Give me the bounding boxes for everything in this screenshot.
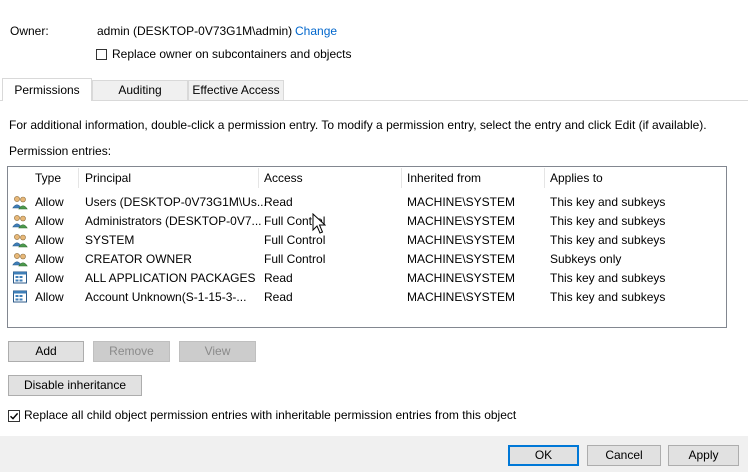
entry-applies-to: This key and subkeys: [550, 233, 666, 247]
entry-inherited-from: MACHINE\SYSTEM: [407, 233, 516, 247]
permission-entry-row[interactable]: Allow Administrators (DESKTOP-0V7... Full …: [8, 212, 726, 231]
entry-applies-to: Subkeys only: [550, 252, 622, 266]
tab-auditing[interactable]: Auditing: [92, 80, 188, 100]
column-header-type[interactable]: Type: [35, 171, 61, 185]
entry-type: Allow: [35, 252, 64, 266]
entry-applies-to: This key and subkeys: [550, 195, 666, 209]
entry-principal: SYSTEM: [85, 233, 135, 247]
column-header-inherited-from[interactable]: Inherited from: [407, 171, 481, 185]
owner-value: admin (DESKTOP-0V73G1M\admin): [97, 24, 293, 38]
cancel-button[interactable]: Cancel: [587, 445, 661, 466]
view-button[interactable]: View: [179, 341, 256, 362]
entry-type: Allow: [35, 214, 64, 228]
change-owner-link[interactable]: Change: [295, 24, 337, 38]
tab-permissions[interactable]: Permissions: [2, 78, 92, 101]
permission-entries-list[interactable]: Type Principal Access Inherited from App…: [7, 166, 727, 328]
permission-entry-row[interactable]: Allow CREATOR OWNER Full Control MACHINE\SY…: [8, 250, 726, 269]
column-divider[interactable]: [401, 168, 402, 188]
users-group-icon: [12, 232, 28, 248]
entry-principal: ALL APPLICATION PACKAGES: [85, 271, 256, 285]
remove-button[interactable]: Remove: [93, 341, 170, 362]
entry-applies-to: This key and subkeys: [550, 214, 666, 228]
entry-principal: Account Unknown(S-1-15-3-...: [85, 290, 247, 304]
replace-child-label[interactable]: Replace all child object permission entr…: [24, 408, 516, 422]
ok-button[interactable]: OK: [508, 445, 579, 466]
column-divider[interactable]: [78, 168, 79, 188]
column-divider[interactable]: [544, 168, 545, 188]
permission-entry-row[interactable]: Allow Users (DESKTOP-0V73G1M\Us... Read MAC…: [8, 193, 726, 212]
entry-inherited-from: MACHINE\SYSTEM: [407, 271, 516, 285]
column-header-access[interactable]: Access: [264, 171, 303, 185]
app-packages-icon: [12, 270, 28, 286]
entry-applies-to: This key and subkeys: [550, 290, 666, 304]
apply-button[interactable]: Apply: [668, 445, 739, 466]
permission-entry-row[interactable]: Allow ALL APPLICATION PACKAGES Read MACHINE…: [8, 269, 726, 288]
entry-access: Read: [264, 290, 293, 304]
app-packages-icon: [12, 289, 28, 305]
entry-type: Allow: [35, 271, 64, 285]
list-header: Type Principal Access Inherited from App…: [8, 167, 726, 189]
entry-applies-to: This key and subkeys: [550, 271, 666, 285]
permission-entry-row[interactable]: Allow Account Unknown(S-1-15-3-... Read MAC…: [8, 288, 726, 307]
permission-entry-row[interactable]: Allow SYSTEM Full Control MACHINE\SYSTEM Thi…: [8, 231, 726, 250]
column-header-principal[interactable]: Principal: [85, 171, 131, 185]
users-group-icon: [12, 194, 28, 210]
entry-principal: CREATOR OWNER: [85, 252, 192, 266]
replace-owner-checkbox[interactable]: [96, 49, 107, 60]
disable-inheritance-button[interactable]: Disable inheritance: [8, 375, 142, 396]
entry-inherited-from: MACHINE\SYSTEM: [407, 252, 516, 266]
owner-label: Owner:: [10, 24, 49, 38]
users-group-icon: [12, 251, 28, 267]
entry-access: Full Control: [264, 233, 326, 247]
entry-principal: Administrators (DESKTOP-0V7...: [85, 214, 262, 228]
entry-access: Read: [264, 271, 293, 285]
entry-type: Allow: [35, 195, 64, 209]
entry-principal: Users (DESKTOP-0V73G1M\Us...: [85, 195, 267, 209]
info-text: For additional information, double-click…: [9, 118, 707, 132]
entry-inherited-from: MACHINE\SYSTEM: [407, 214, 516, 228]
tab-strip-divider: [0, 100, 748, 101]
column-divider[interactable]: [258, 168, 259, 188]
entry-type: Allow: [35, 290, 64, 304]
add-button[interactable]: Add: [8, 341, 84, 362]
permission-entries-label: Permission entries:: [9, 144, 112, 158]
mouse-cursor-icon: [312, 213, 326, 234]
replace-child-checkbox[interactable]: [8, 410, 20, 422]
entry-access: Full Control: [264, 252, 326, 266]
column-header-applies-to[interactable]: Applies to: [550, 171, 603, 185]
entry-access: Read: [264, 195, 293, 209]
tab-effective-access[interactable]: Effective Access: [188, 80, 284, 100]
users-group-icon: [12, 213, 28, 229]
replace-owner-label[interactable]: Replace owner on subcontainers and objec…: [112, 47, 351, 61]
entry-inherited-from: MACHINE\SYSTEM: [407, 290, 516, 304]
entry-type: Allow: [35, 233, 64, 247]
entry-inherited-from: MACHINE\SYSTEM: [407, 195, 516, 209]
